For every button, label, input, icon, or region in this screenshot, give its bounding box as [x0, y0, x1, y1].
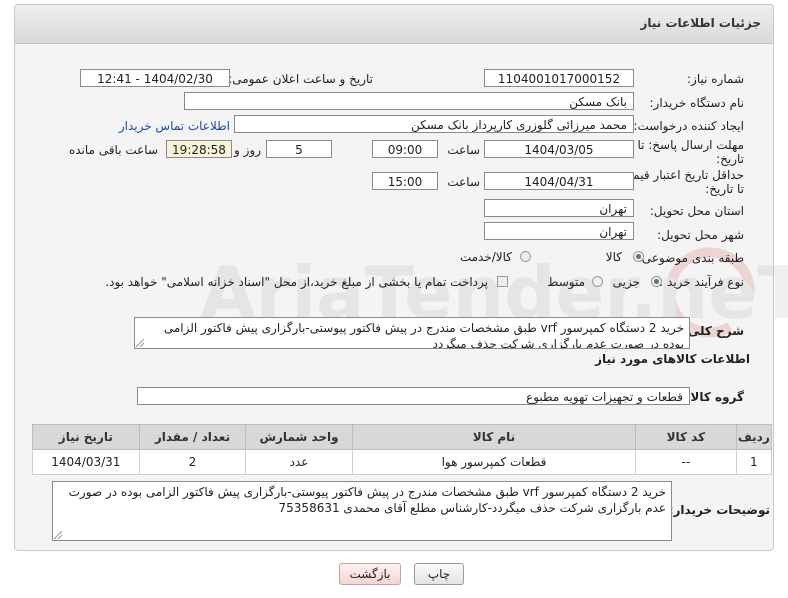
remaining-label: ساعت باقی مانده — [68, 143, 158, 157]
col-quantity: تعداد / مقدار — [138, 424, 247, 450]
summary-textarea: خرید 2 دستگاه کمپرسور vrf طبق مشخصات مند… — [134, 317, 690, 349]
print-button[interactable]: چاپ — [414, 563, 464, 585]
province-label: استان محل تحویل: — [649, 204, 744, 218]
category-label: طبقه بندی موضوعی: — [637, 251, 744, 265]
requester-field: محمد میرزائی گلوزری کارپرداز بانک مسکن — [234, 115, 634, 133]
buyer-notes-text: خرید 2 دستگاه کمپرسور vrf طبق مشخصات مند… — [68, 485, 666, 515]
process-minor-label: جزیی — [612, 275, 640, 289]
col-row-index: ردیف — [735, 424, 773, 450]
goods-table: ردیف کد کالا نام کالا واحد شمارش تعداد /… — [32, 424, 773, 475]
goods-section-title: اطلاعات کالاهای مورد نیاز — [595, 352, 750, 366]
category-goods-label: کالا — [605, 250, 622, 264]
table-row: 1 -- قطعات کمپرسور هوا عدد 2 1404/03/31 — [32, 449, 773, 475]
cell-unit: عدد — [245, 449, 353, 475]
validity-date-field: 1404/04/31 — [484, 172, 634, 190]
cell-item-code: -- — [635, 449, 737, 475]
deadline-date-field: 1404/03/05 — [484, 140, 634, 158]
remaining-time-field: 19:28:58 — [166, 140, 232, 158]
resize-grip-icon[interactable] — [54, 531, 62, 539]
announce-label: تاریخ و ساعت اعلان عمومی: — [228, 72, 373, 86]
validity-time-label: ساعت — [447, 175, 480, 189]
cell-quantity: 2 — [138, 449, 247, 475]
col-unit: واحد شمارش — [245, 424, 353, 450]
category-goods-service-label: کالا/خدمت — [459, 250, 512, 264]
validity-label: حداقل تاریخ اعتبار قیمت: — [617, 168, 744, 182]
validity-label-date: تا تاریخ: — [705, 182, 744, 196]
province-field: تهران — [484, 199, 634, 217]
treasury-note: پرداخت تمام یا بخشی از مبلغ خرید،از محل … — [105, 275, 488, 289]
col-item-name: نام کالا — [351, 424, 637, 450]
goods-group-field: قطعات و تجهیزات تهویه مطبوع — [137, 387, 690, 405]
resize-grip-icon[interactable] — [136, 339, 144, 347]
buyer-contact-link[interactable]: اطلاعات تماس خریدار — [119, 119, 230, 133]
col-item-code: کد کالا — [635, 424, 737, 450]
deadline-time-field: 09:00 — [372, 140, 438, 158]
goods-group-label: گروه کالا: — [685, 390, 744, 404]
cell-need-date: 1404/03/31 — [32, 449, 140, 475]
need-number-field: 1104001017000152 — [484, 69, 634, 87]
process-label: نوع فرآیند خرید : — [659, 275, 744, 289]
col-need-date: تاریخ نیاز — [32, 424, 140, 450]
back-button[interactable]: بازگشت — [339, 563, 401, 585]
goods-table-header: ردیف کد کالا نام کالا واحد شمارش تعداد /… — [32, 424, 773, 450]
process-minor-radio[interactable] — [651, 276, 662, 287]
cell-row-index: 1 — [735, 449, 773, 475]
deadline-time-label: ساعت — [447, 143, 480, 157]
buyer-org-label: نام دستگاه خریدار: — [649, 96, 745, 110]
panel-title: جزئیات اطلاعات نیاز — [640, 16, 761, 30]
summary-text: خرید 2 دستگاه کمپرسور vrf طبق مشخصات مند… — [163, 321, 684, 349]
days-field: 5 — [266, 140, 332, 158]
announce-field: 1404/02/30 - 12:41 — [80, 69, 230, 87]
days-label: روز و — [234, 143, 261, 157]
treasury-checkbox[interactable] — [497, 276, 508, 287]
cell-item-name: قطعات کمپرسور هوا — [351, 449, 637, 475]
deadline-label: مهلت ارسال پاسخ: تا — [637, 138, 744, 152]
buyer-notes-textarea: خرید 2 دستگاه کمپرسور vrf طبق مشخصات مند… — [52, 481, 672, 541]
panel-header: جزئیات اطلاعات نیاز — [15, 5, 773, 44]
requester-label: ایجاد کننده درخواست: — [633, 119, 744, 133]
category-goods-radio[interactable] — [633, 251, 644, 262]
buyer-org-field: بانک مسکن — [184, 92, 634, 110]
process-medium-radio[interactable] — [592, 276, 603, 287]
validity-time-field: 15:00 — [372, 172, 438, 190]
city-label: شهر محل تحویل: — [657, 228, 744, 242]
city-field: تهران — [484, 222, 634, 240]
deadline-label-date: تاریخ: — [716, 152, 744, 166]
category-goods-service-radio[interactable] — [520, 251, 531, 262]
process-medium-label: متوسط — [547, 275, 585, 289]
need-number-label: شماره نیاز: — [687, 72, 744, 86]
buyer-notes-label: توضیحات خریدار: — [668, 503, 770, 517]
